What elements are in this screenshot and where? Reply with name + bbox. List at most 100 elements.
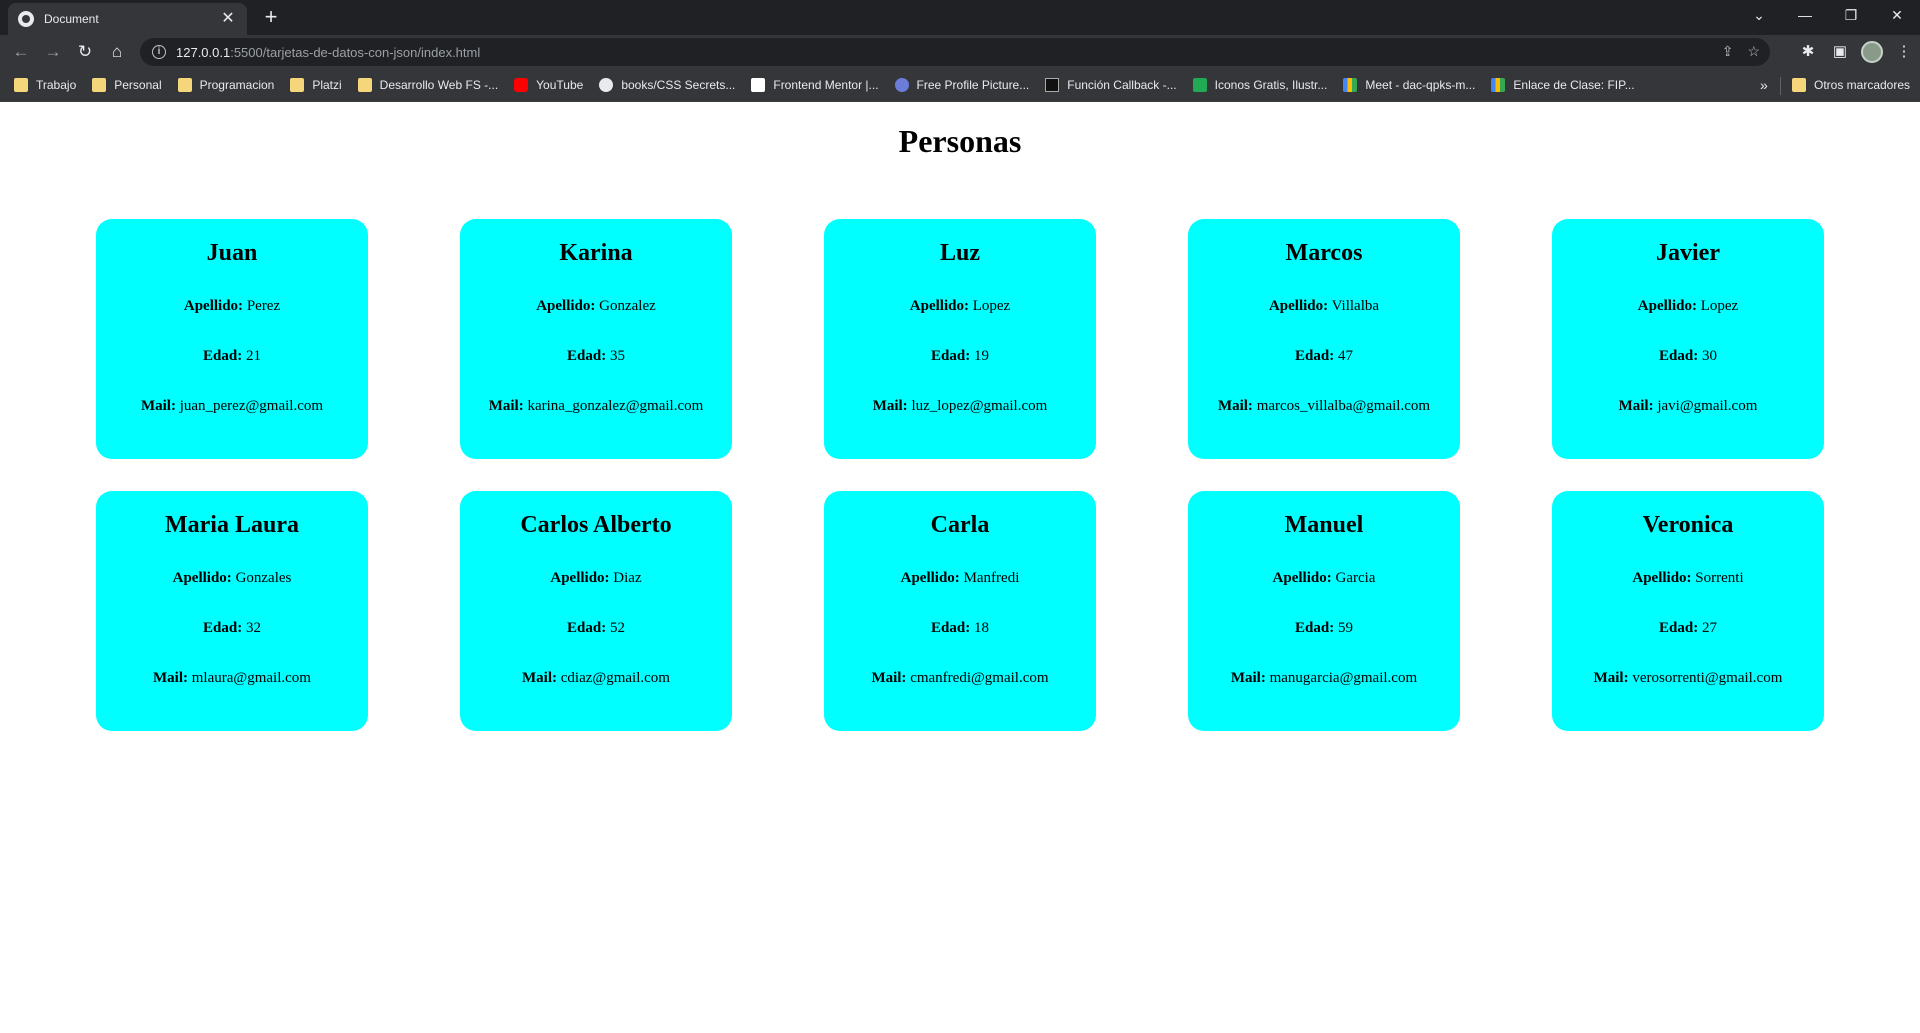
person-name: Carla [930, 512, 990, 538]
edad-value: 59 [1337, 620, 1353, 636]
bookmark-item[interactable]: Iconos Gratis, Ilustr... [1192, 78, 1327, 92]
apellido-row: Apellido: Lopez [824, 294, 1096, 318]
person-card: Marcos Apellido: Villalba Edad: 47 Mail:… [1188, 219, 1460, 459]
bookmark-item[interactable]: Trabajo [14, 78, 76, 92]
apellido-label: Apellido: [172, 570, 232, 586]
mail-value: manugarcia@gmail.com [1269, 670, 1418, 686]
bookmark-item[interactable]: Programacion [177, 78, 274, 92]
edad-label: Edad: [1295, 348, 1335, 364]
browser-tab[interactable]: Document ✕ [8, 3, 247, 35]
mail-value: karina_gonzalez@gmail.com [527, 398, 704, 414]
apellido-label: Apellido: [536, 298, 596, 314]
bookmark-item[interactable]: Platzi [290, 78, 342, 92]
iconos-icon [1192, 78, 1207, 92]
forward-icon[interactable]: → [40, 39, 66, 65]
apellido-label: Apellido: [909, 298, 969, 314]
mail-label: Mail: [1593, 670, 1629, 686]
apellido-value: Villalba [1331, 298, 1380, 314]
new-tab-button[interactable]: + [258, 4, 284, 30]
mail-label: Mail: [522, 670, 558, 686]
side-panel-icon[interactable]: ▣ [1824, 39, 1856, 65]
bookmark-item[interactable]: Free Profile Picture... [894, 78, 1029, 92]
mail-value: luz_lopez@gmail.com [911, 398, 1048, 414]
edad-value: 32 [245, 620, 261, 636]
menu-icon[interactable]: ⋮ [1888, 39, 1920, 65]
bookmark-item[interactable]: Frontend Mentor |... [751, 78, 879, 92]
extensions-icon[interactable]: ✱ [1792, 39, 1824, 65]
apellido-value: Manfredi [963, 570, 1020, 586]
home-icon[interactable]: ⌂ [104, 39, 130, 65]
person-card: Javier Apellido: Lopez Edad: 30 Mail: ja… [1552, 219, 1824, 459]
bookmark-item[interactable]: Desarrollo Web FS -... [357, 78, 498, 92]
address-bar[interactable]: i 127.0.0.1:5500/tarjetas-de-datos-con-j… [140, 38, 1770, 66]
share-icon[interactable]: ⇪ [1722, 43, 1734, 60]
edad-label: Edad: [931, 348, 971, 364]
folder-icon [290, 78, 305, 92]
apellido-row: Apellido: Manfredi [824, 566, 1096, 590]
globe-icon [18, 11, 34, 27]
more-bookmarks-icon[interactable]: » [1760, 77, 1768, 93]
edad-row: Edad: 35 [460, 344, 732, 368]
edad-label: Edad: [203, 620, 243, 636]
meet-icon [1343, 78, 1358, 92]
mail-value: marcos_villalba@gmail.com [1256, 398, 1431, 414]
person-name: Javier [1656, 240, 1720, 266]
apellido-value: Diaz [613, 570, 642, 586]
bookmark-star-icon[interactable]: ☆ [1747, 43, 1760, 60]
apellido-row: Apellido: Gonzalez [460, 294, 732, 318]
apellido-value: Lopez [1700, 298, 1739, 314]
bookmark-item[interactable]: YouTube [514, 78, 583, 92]
mail-row: Mail: javi@gmail.com [1552, 394, 1824, 418]
mail-row: Mail: mlaura@gmail.com [96, 666, 368, 690]
mail-value: verosorrenti@gmail.com [1632, 670, 1783, 686]
apellido-value: Gonzales [235, 570, 292, 586]
bookmark-item[interactable]: Meet - dac-qpks-m... [1343, 78, 1475, 92]
mail-label: Mail: [140, 398, 176, 414]
person-name: Karina [559, 240, 633, 266]
edad-value: 27 [1701, 620, 1717, 636]
bookmark-item[interactable]: Enlace de Clase: FIP... [1491, 78, 1635, 92]
url-text[interactable]: 127.0.0.1:5500/tarjetas-de-datos-con-jso… [176, 45, 480, 60]
minimize-icon[interactable]: — [1782, 0, 1828, 30]
frontend-mentor-icon [751, 78, 766, 92]
edad-row: Edad: 27 [1552, 616, 1824, 640]
apellido-label: Apellido: [1272, 570, 1332, 586]
edad-label: Edad: [1295, 620, 1335, 636]
m-icon [1045, 78, 1060, 92]
site-info-icon[interactable]: i [152, 45, 166, 59]
apellido-label: Apellido: [550, 570, 610, 586]
tab-search-icon[interactable]: ⌄ [1736, 0, 1782, 30]
apellido-label: Apellido: [900, 570, 960, 586]
meet-icon [1491, 78, 1506, 92]
reload-icon[interactable]: ↻ [72, 39, 98, 65]
person-name: Carlos Alberto [520, 512, 672, 538]
edad-value: 35 [609, 348, 625, 364]
close-window-icon[interactable]: ✕ [1874, 0, 1920, 30]
person-card: Manuel Apellido: Garcia Edad: 59 Mail: m… [1188, 491, 1460, 731]
restore-icon[interactable]: ❐ [1828, 0, 1874, 30]
mail-label: Mail: [488, 398, 524, 414]
tab-title: Document [44, 12, 99, 26]
folder-icon [92, 78, 107, 92]
apellido-row: Apellido: Diaz [460, 566, 732, 590]
edad-value: 52 [609, 620, 625, 636]
person-name: Veronica [1642, 512, 1734, 538]
github-icon [599, 78, 614, 92]
person-card: Veronica Apellido: Sorrenti Edad: 27 Mai… [1552, 491, 1824, 731]
close-tab-icon[interactable]: ✕ [219, 10, 237, 28]
window-controls: ⌄ — ❐ ✕ [1736, 0, 1920, 30]
edad-label: Edad: [567, 620, 607, 636]
person-name: Luz [939, 240, 980, 266]
edad-label: Edad: [1659, 620, 1699, 636]
apellido-label: Apellido: [183, 298, 244, 314]
bookmark-item[interactable]: Función Callback -... [1045, 78, 1177, 92]
edad-row: Edad: 52 [460, 616, 732, 640]
page-content: Personas Juan Apellido: Perez Edad: 21 M… [0, 103, 1920, 1033]
apellido-value: Garcia [1335, 570, 1376, 586]
other-bookmarks[interactable]: Otros marcadores [1792, 78, 1910, 92]
edad-value: 47 [1337, 348, 1353, 364]
bookmark-item[interactable]: books/CSS Secrets... [599, 78, 735, 92]
back-icon[interactable]: ← [8, 39, 34, 65]
profile-avatar[interactable] [1861, 41, 1883, 63]
bookmark-item[interactable]: Personal [92, 78, 162, 92]
